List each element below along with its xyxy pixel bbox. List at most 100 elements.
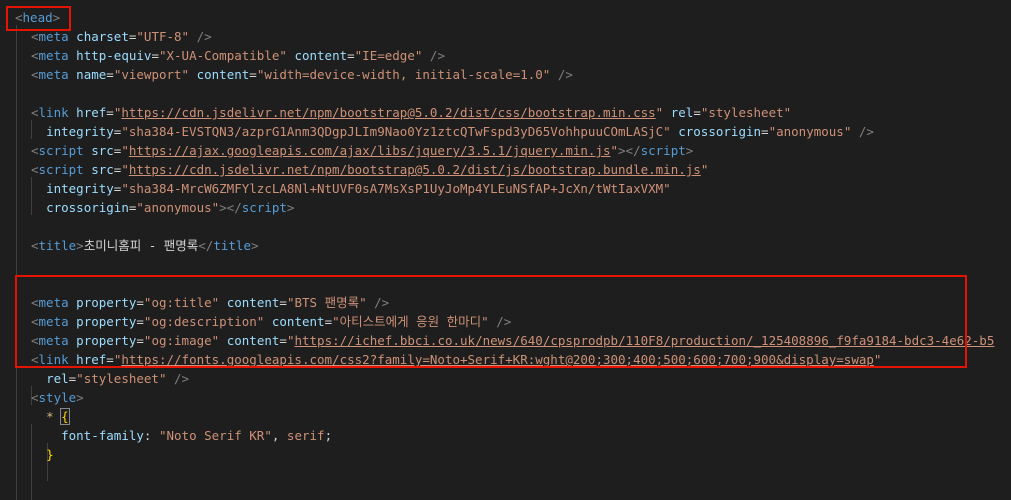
code-token: < <box>31 105 39 120</box>
code-token: "Noto Serif KR" <box>158 428 272 443</box>
code-token: /> <box>196 29 212 44</box>
code-token: crossorigin <box>678 124 762 139</box>
code-token: title <box>213 238 251 253</box>
code-token: serif <box>286 428 325 443</box>
code-token: } <box>46 447 54 462</box>
code-token: https://cdn.jsdelivr.net/npm/bootstrap@5… <box>121 105 656 120</box>
code-line[interactable]: * { <box>31 407 70 426</box>
code-token: "anonymous" <box>136 200 220 215</box>
code-token: content <box>196 67 250 82</box>
code-token: " <box>121 143 129 158</box>
code-token: /> <box>557 67 573 82</box>
code-token: = <box>151 48 159 63</box>
code-token: : <box>143 428 159 443</box>
code-token: src <box>91 143 114 158</box>
code-token: meta <box>38 67 69 82</box>
head-tag-highlight <box>6 6 71 31</box>
code-token: meta <box>38 48 69 63</box>
indent-guide <box>16 25 17 500</box>
code-line[interactable]: <script src="https://ajax.googleapis.com… <box>31 141 693 160</box>
code-token: "sha384-MrcW6ZMFYlzcLA8Nl+NtUVF0sA7MsXsP… <box>121 181 671 196</box>
code-token: meta <box>38 29 69 44</box>
code-token: > <box>286 200 295 215</box>
code-line[interactable]: rel="stylesheet" /> <box>31 369 189 388</box>
code-token: "stylesheet" <box>76 371 167 386</box>
code-token: script <box>38 143 84 158</box>
code-token: ></ <box>618 143 641 158</box>
code-token: https://cdn.jsdelivr.net/npm/bootstrap@5… <box>128 162 701 177</box>
code-token: rel <box>670 105 694 120</box>
code-line[interactable]: crossorigin="anonymous"></script> <box>31 198 294 217</box>
code-token: font-family <box>61 428 144 443</box>
code-line[interactable]: <meta http-equiv="X-UA-Compatible" conte… <box>31 46 445 65</box>
code-token: "X-UA-Compatible" <box>158 48 287 63</box>
code-token: < <box>31 238 39 253</box>
code-token: crossorigin <box>46 200 129 215</box>
code-line[interactable]: <meta name="viewport" content="width=dev… <box>31 65 573 84</box>
code-token: script <box>640 143 686 158</box>
code-token: "anonymous" <box>768 124 852 139</box>
code-token: * <box>46 409 54 424</box>
code-token: < <box>31 48 39 63</box>
code-token: = <box>693 105 701 120</box>
code-line[interactable]: <link href="https://cdn.jsdelivr.net/npm… <box>31 103 791 122</box>
code-token: < <box>31 143 39 158</box>
code-token: src <box>91 162 114 177</box>
og-meta-highlight <box>15 275 967 368</box>
code-token: "viewport" <box>113 67 190 82</box>
code-token: " <box>121 162 129 177</box>
code-line[interactable]: font-family: "Noto Serif KR", serif; <box>31 426 332 445</box>
code-token: "IE=edge" <box>354 48 423 63</box>
code-token: = <box>106 105 114 120</box>
code-token: link <box>38 105 69 120</box>
code-token: integrity <box>46 124 114 139</box>
code-line[interactable]: integrity = "sha384-EVSTQN3/azprG1Anm3QDgp… <box>31 122 874 141</box>
code-token: http-equiv <box>76 48 152 63</box>
code-token: script <box>241 200 287 215</box>
code-token: > <box>76 390 84 405</box>
code-token: href <box>76 105 107 120</box>
code-editor[interactable]: <head> <meta charset="UTF-8" /> <meta http… <box>0 0 1011 500</box>
code-token: > <box>685 143 694 158</box>
code-token: "stylesheet" <box>700 105 792 120</box>
code-token: ; <box>324 428 333 443</box>
code-line[interactable]: <script src="https://cdn.jsdelivr.net/np… <box>31 160 708 179</box>
code-token: = <box>249 67 257 82</box>
code-token: /> <box>858 124 874 139</box>
code-token: integrity <box>46 181 114 196</box>
code-token: "sha384-EVSTQN3/azprG1Anm3QDgpJLIm9Nao0Y… <box>121 124 671 139</box>
code-token: ></ <box>219 200 242 215</box>
code-line[interactable]: <title>초미니홈피 - 팬명록</title> <box>31 236 259 255</box>
code-line[interactable]: } <box>31 445 54 464</box>
code-token: < <box>31 29 39 44</box>
code-token: "UTF-8" <box>136 29 190 44</box>
code-token: < <box>31 162 39 177</box>
code-token: > <box>250 238 259 253</box>
code-token: < <box>31 390 39 405</box>
code-token: = <box>106 67 114 82</box>
code-line[interactable]: <style> <box>31 388 84 407</box>
code-token: { <box>60 408 70 425</box>
code-line[interactable]: integrity="sha384-MrcW6ZMFYlzcLA8Nl+NtUV… <box>31 179 671 198</box>
code-token: title <box>38 238 77 253</box>
code-token: 초미니홈피 - 팬명록 <box>83 238 199 253</box>
code-token: https://ajax.googleapis.com/ajax/libs/jq… <box>128 143 611 158</box>
code-token: charset <box>76 29 129 44</box>
code-token: "width=device-width, initial-scale=1.0" <box>256 67 551 82</box>
code-token: < <box>31 67 39 82</box>
code-token: rel <box>46 371 69 386</box>
code-token: /> <box>174 371 190 386</box>
